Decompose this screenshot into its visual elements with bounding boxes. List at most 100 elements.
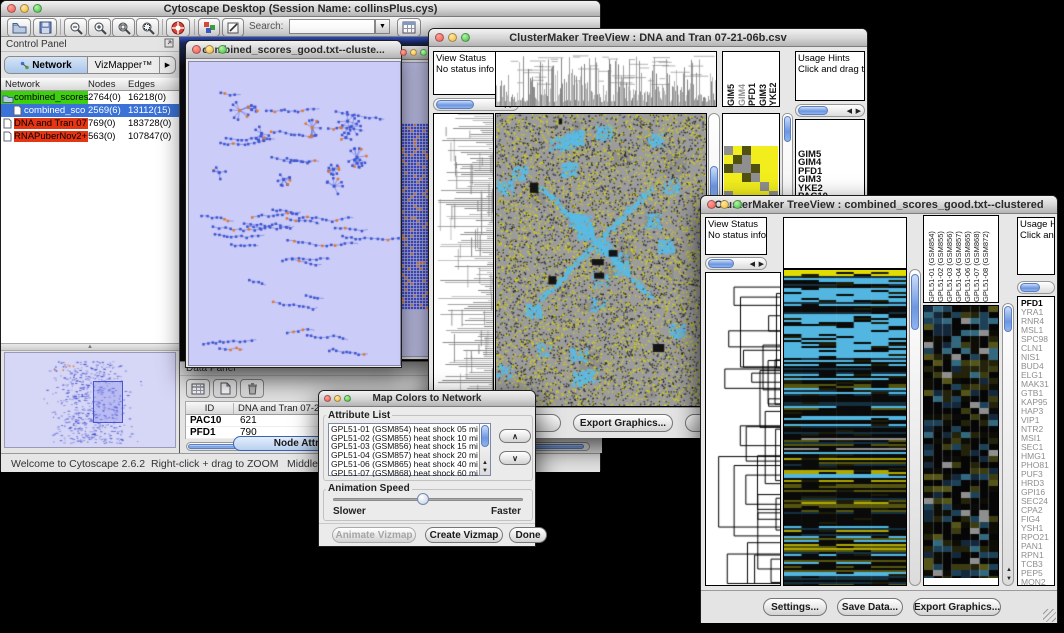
zoom-button[interactable] bbox=[344, 395, 351, 402]
open-file-button[interactable] bbox=[7, 18, 31, 37]
tv2-save-data-button[interactable]: Save Data... bbox=[837, 598, 903, 616]
tv2-row-dendrogram[interactable] bbox=[705, 272, 781, 586]
tv2-zoom-heatmap[interactable] bbox=[923, 305, 999, 586]
attribute-browser-button[interactable] bbox=[397, 18, 421, 37]
col-edges[interactable]: Edges bbox=[128, 79, 179, 90]
tv2-genelist-hscrollbar[interactable] bbox=[1017, 281, 1055, 294]
dialog-titlebar[interactable]: Map Colors to Network bbox=[319, 391, 535, 407]
matrix-cell[interactable] bbox=[760, 155, 769, 164]
select-attributes-button[interactable] bbox=[186, 379, 210, 398]
create-vizmap-button[interactable]: Create Vizmap bbox=[425, 527, 503, 543]
matrix-cell[interactable] bbox=[769, 173, 778, 182]
tv2-export-graphics-button[interactable]: Export Graphics... bbox=[913, 598, 1001, 616]
scrollbar-thumb[interactable] bbox=[911, 274, 919, 330]
zoom-button[interactable] bbox=[33, 4, 42, 13]
matrix-cell[interactable] bbox=[760, 164, 769, 173]
minimize-button[interactable] bbox=[20, 4, 29, 13]
zoom-fit-button[interactable] bbox=[136, 18, 159, 37]
close-button[interactable] bbox=[192, 45, 201, 54]
close-button[interactable] bbox=[7, 4, 16, 13]
matrix-cell[interactable] bbox=[760, 173, 769, 182]
tv1-column-dendrogram[interactable] bbox=[495, 51, 717, 107]
matrix-cell[interactable] bbox=[724, 155, 733, 164]
vizmap-button[interactable] bbox=[198, 18, 220, 37]
arrow-left-icon[interactable]: ◀ bbox=[750, 261, 755, 268]
matrix-cell[interactable] bbox=[733, 164, 742, 173]
attribute-list-item[interactable]: GPL51-07 (GSM868) heat shock 60 min bbox=[331, 469, 478, 478]
tv1-genelist-hscrollbar[interactable]: ◀ ▶ bbox=[795, 104, 865, 117]
arrow-up-icon[interactable]: ▲ bbox=[482, 460, 488, 466]
tv2-dendro-hscrollbar[interactable]: ◀ ▶ bbox=[705, 257, 767, 270]
network-canvas-area[interactable] bbox=[188, 61, 401, 366]
matrix-cell[interactable] bbox=[742, 155, 751, 164]
attribute-listbox[interactable]: GPL51-01 (GSM854) heat shock 05 minGPL51… bbox=[328, 423, 491, 476]
zoom-button[interactable] bbox=[733, 200, 742, 209]
tv2-global-heatmap[interactable] bbox=[783, 269, 907, 586]
matrix-cell[interactable] bbox=[760, 146, 769, 155]
matrix-cell[interactable] bbox=[724, 146, 733, 155]
arrow-up-icon[interactable]: ▲ bbox=[1006, 567, 1012, 573]
close-button[interactable] bbox=[435, 33, 444, 42]
minimize-button[interactable] bbox=[410, 49, 417, 56]
matrix-cell[interactable] bbox=[724, 182, 733, 191]
minimize-button[interactable] bbox=[448, 33, 457, 42]
animate-vizmap-button[interactable]: Animate Vizmap bbox=[332, 527, 416, 543]
network-row[interactable]: RNAPuberNov2+563(0)107847(0) bbox=[1, 130, 179, 143]
matrix-cell[interactable] bbox=[751, 164, 760, 173]
attribute-list-item[interactable]: GPL51-04 (GSM857) heat shock 20 min bbox=[331, 451, 478, 460]
panel-splitter[interactable]: ▲ bbox=[1, 343, 179, 351]
zoom-in-button[interactable] bbox=[88, 18, 111, 37]
zoom-button[interactable] bbox=[218, 45, 227, 54]
matrix-cell[interactable] bbox=[751, 173, 760, 182]
matrix-cell[interactable] bbox=[742, 182, 751, 191]
attribute-list-vscrollbar[interactable]: ▲ ▼ bbox=[479, 424, 490, 475]
search-dropdown-button[interactable]: ▼ bbox=[375, 19, 390, 34]
tv1-row-dendrogram[interactable] bbox=[433, 113, 494, 407]
network-titlebar[interactable]: combined_scores_good.txt--cluste... bbox=[186, 41, 401, 59]
float-panel-icon[interactable] bbox=[164, 35, 174, 53]
search-input[interactable] bbox=[289, 19, 375, 34]
matrix-cell[interactable] bbox=[742, 146, 751, 155]
tv2-zoom-vscrollbar[interactable]: ▲ ▼ bbox=[1002, 303, 1014, 586]
minimize-button[interactable] bbox=[334, 395, 341, 402]
matrix-cell[interactable] bbox=[733, 146, 742, 155]
network-row[interactable]: combined_sco2569(6)13112(15) bbox=[1, 104, 179, 117]
zoom-button[interactable] bbox=[420, 49, 427, 56]
main-titlebar[interactable]: Cytoscape Desktop (Session Name: collins… bbox=[1, 1, 600, 17]
scrollbar-thumb[interactable] bbox=[708, 259, 734, 268]
arrow-left-icon[interactable]: ◀ bbox=[847, 108, 852, 115]
tab-vizmapper[interactable]: VizMapper™ bbox=[88, 57, 160, 73]
network-canvas[interactable] bbox=[189, 62, 400, 365]
tv1-export-graphics-button[interactable]: Export Graphics... bbox=[573, 414, 673, 432]
matrix-cell[interactable] bbox=[742, 173, 751, 182]
tv2-heatmap-vscrollbar[interactable] bbox=[909, 269, 921, 586]
matrix-cell[interactable] bbox=[733, 173, 742, 182]
arrow-down-icon[interactable]: ▼ bbox=[482, 468, 488, 474]
scrollbar-thumb[interactable] bbox=[481, 425, 489, 447]
tv2-gene-list[interactable]: PFD1YRA1RNR4MSL1SPC98CLN1NIS1BUD4ELG1MAK… bbox=[1017, 296, 1055, 586]
arrow-down-icon[interactable]: ▼ bbox=[1006, 576, 1012, 582]
matrix-cell[interactable] bbox=[769, 182, 778, 191]
scrollbar-thumb[interactable] bbox=[1020, 283, 1040, 292]
col-nodes[interactable]: Nodes bbox=[88, 79, 128, 90]
attribute-list-item[interactable]: GPL51-03 (GSM856) heat shock 15 min bbox=[331, 442, 478, 451]
scrollbar-thumb[interactable] bbox=[798, 106, 828, 115]
zoom-button[interactable] bbox=[461, 33, 470, 42]
arrow-right-icon[interactable]: ▶ bbox=[856, 108, 861, 115]
matrix-cell[interactable] bbox=[751, 155, 760, 164]
tv2-settings-button[interactable]: Settings... bbox=[763, 598, 827, 616]
network-row[interactable]: combined_scores_2764(0)16218(0) bbox=[1, 91, 179, 104]
matrix-cell[interactable] bbox=[769, 146, 778, 155]
tab-overflow-button[interactable]: ▶ bbox=[160, 57, 175, 73]
close-button[interactable] bbox=[324, 395, 331, 402]
move-up-button[interactable]: ∧ bbox=[499, 429, 531, 443]
attribute-list-item[interactable]: GPL51-02 (GSM855) heat shock 10 min bbox=[331, 434, 478, 443]
matrix-cell[interactable] bbox=[733, 182, 742, 191]
annotation-button[interactable] bbox=[222, 18, 244, 37]
matrix-cell[interactable] bbox=[769, 164, 778, 173]
minimize-button[interactable] bbox=[720, 200, 729, 209]
matrix-cell[interactable] bbox=[724, 173, 733, 182]
birdseye-viewport-rect[interactable] bbox=[93, 381, 123, 423]
save-session-button[interactable] bbox=[33, 18, 57, 37]
matrix-cell[interactable] bbox=[760, 182, 769, 191]
